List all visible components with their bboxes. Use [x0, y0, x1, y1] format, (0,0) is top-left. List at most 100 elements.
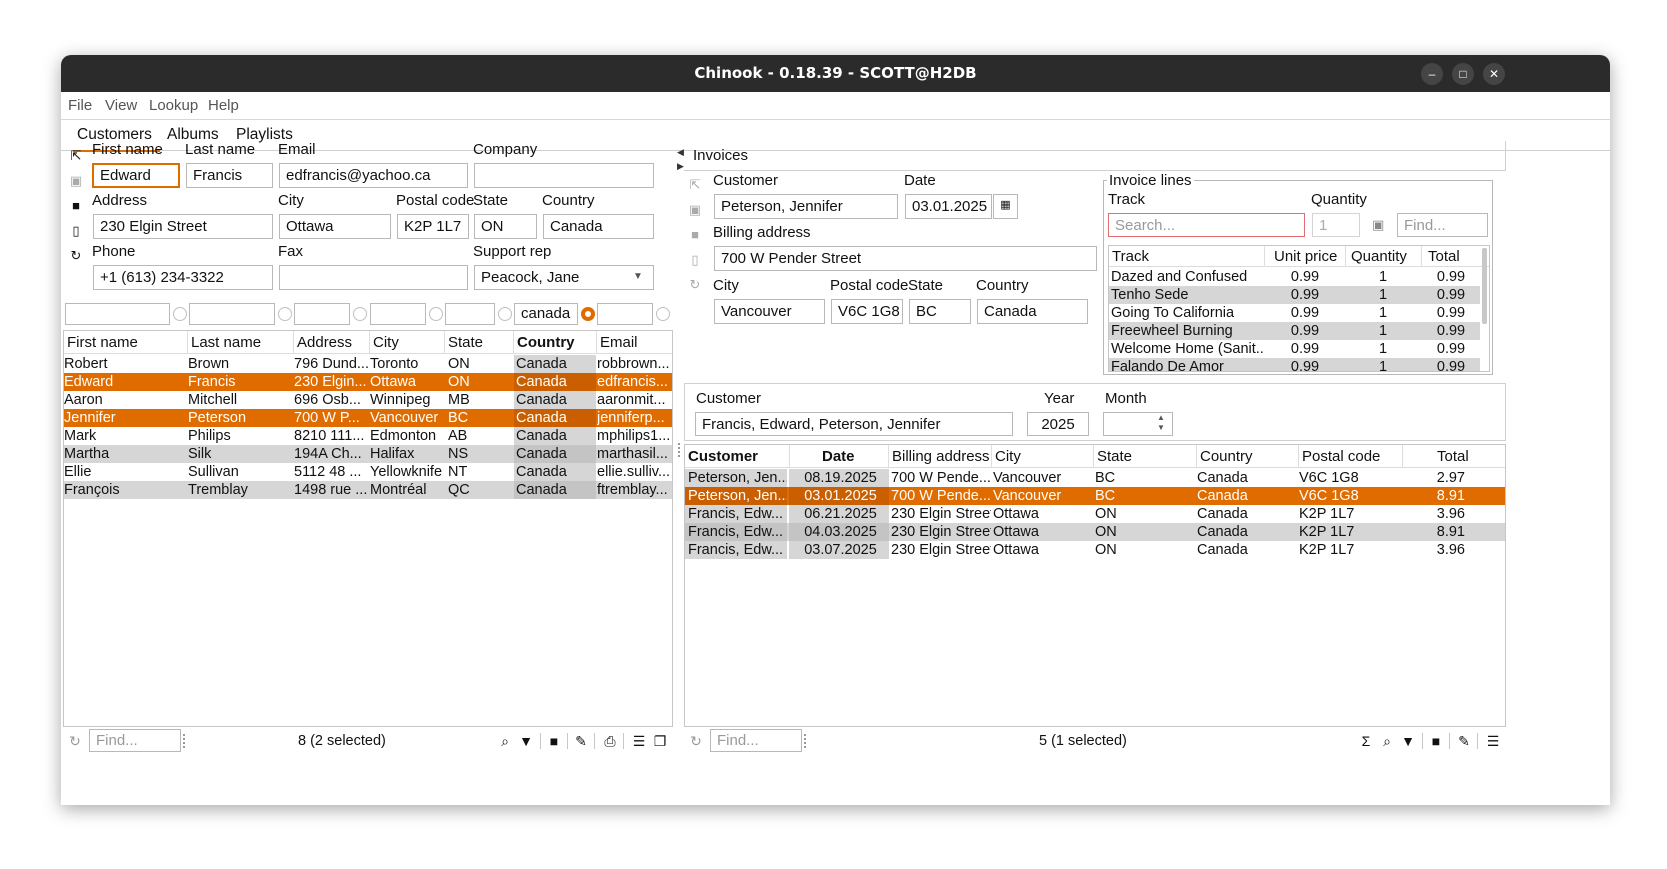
invoice-country-field[interactable]: Canada	[977, 299, 1088, 324]
table-row[interactable]: Mark Philips 8210 111... Edmonton AB Canada mp…	[64, 427, 672, 445]
spinner-arrows-icon[interactable]: ▲ ▼	[1157, 413, 1165, 433]
col-state[interactable]: State	[1097, 448, 1132, 465]
refresh-icon[interactable]: ↻	[687, 277, 703, 293]
filter-icon[interactable]: ▼	[518, 733, 534, 749]
table-row[interactable]: Jennifer Peterson 700 W P... Vancouver BC Can…	[64, 409, 672, 427]
col-city[interactable]: City	[995, 448, 1021, 465]
invoice-date-field[interactable]: 03.01.2025	[905, 194, 992, 219]
first-name-field[interactable]: Edward	[92, 163, 180, 188]
col-country[interactable]: Country	[517, 334, 575, 351]
invoice-city-field[interactable]: Vancouver	[714, 299, 825, 324]
delete-icon[interactable]: ■	[1428, 733, 1444, 749]
col-first-name[interactable]: First name	[67, 334, 138, 351]
edit-icon[interactable]: ✎	[573, 733, 589, 750]
col-postal-code[interactable]: Postal code	[1302, 448, 1380, 465]
menu-file[interactable]: File	[68, 97, 92, 114]
menu-lookup[interactable]: Lookup	[149, 97, 198, 114]
refresh-icon[interactable]: ↻	[67, 733, 83, 750]
invoice-lines-find-input[interactable]: Find...	[1397, 213, 1488, 237]
state-field[interactable]: ON	[474, 214, 537, 239]
list-item[interactable]: Tenho Sede 0.99 1 0.99	[1109, 286, 1480, 304]
filter-toggle-email[interactable]	[656, 307, 670, 321]
table-row[interactable]: François Tremblay 1498 rue ... Montréal QC Ca…	[64, 481, 672, 499]
invoice-table[interactable]: Customer Date Billing address City State…	[684, 444, 1506, 727]
filter-toggle-first-name[interactable]	[173, 307, 187, 321]
title-bar[interactable]: Chinook - 0.18.39 - SCOTT@H2DB – □ ✕	[61, 55, 1610, 92]
insert-icon[interactable]: ⇱	[68, 148, 84, 164]
filter-toggle-city[interactable]	[429, 307, 443, 321]
billing-address-field[interactable]: 700 W Pender Street	[714, 246, 1097, 271]
sum-icon[interactable]: Σ	[1358, 733, 1374, 749]
list-item[interactable]: Going To California 0.99 1 0.99	[1109, 304, 1480, 322]
list-icon[interactable]: ☰	[631, 733, 647, 750]
table-row[interactable]: Robert Brown 796 Dund... Toronto ON Canada rob…	[64, 355, 672, 373]
last-name-field[interactable]: Francis	[186, 163, 273, 188]
save-icon[interactable]: ▣	[68, 173, 84, 189]
filter-email[interactable]	[597, 303, 653, 325]
list-item[interactable]: Dazed and Confused 0.99 1 0.99	[1109, 268, 1480, 286]
table-row[interactable]: Edward Francis 230 Elgin... Ottawa ON Canada e…	[64, 373, 672, 391]
edit-icon[interactable]: ✎	[1456, 733, 1472, 750]
track-search-input[interactable]: Search...	[1108, 213, 1305, 237]
address-field[interactable]: 230 Elgin Street	[93, 214, 273, 239]
email-field[interactable]: edfrancis@yachoo.ca	[279, 163, 468, 188]
col-quantity[interactable]: Quantity	[1351, 248, 1407, 265]
chevron-down-icon[interactable]: ▼	[633, 271, 643, 282]
copy-icon[interactable]: ❐	[652, 733, 668, 750]
delete-icon[interactable]: ■	[68, 198, 84, 213]
city-field[interactable]: Ottawa	[279, 214, 391, 239]
filter-toggle-state[interactable]	[498, 307, 512, 321]
phone-field[interactable]: +1 (613) 234-3322	[93, 265, 273, 290]
filter-toggle-address[interactable]	[353, 307, 367, 321]
filter-toggle-last-name[interactable]	[278, 307, 292, 321]
filter-customer-field[interactable]: Francis, Edward, Peterson, Jennifer	[695, 412, 1013, 436]
filter-last-name[interactable]	[189, 303, 275, 325]
filter-city[interactable]	[370, 303, 426, 325]
fax-field[interactable]	[279, 265, 468, 290]
col-billing-address[interactable]: Billing address	[892, 448, 990, 465]
table-row[interactable]: Martha Silk 194A Ch... Halifax NS Canada marth…	[64, 445, 672, 463]
table-row[interactable]: Peterson, Jen... 03.01.2025 700 W Pende...…	[685, 487, 1505, 505]
invoice-customer-field[interactable]: Peterson, Jennifer	[714, 194, 898, 219]
clear-icon[interactable]: ▯	[68, 223, 84, 239]
col-track[interactable]: Track	[1112, 248, 1149, 265]
filter-year-field[interactable]: 2025	[1027, 412, 1089, 436]
search-icon[interactable]: ⌕	[1379, 733, 1395, 750]
col-customer[interactable]: Customer	[688, 448, 758, 465]
calendar-icon[interactable]: ▦	[993, 194, 1018, 219]
country-field[interactable]: Canada	[543, 214, 654, 239]
refresh-icon[interactable]: ↻	[68, 248, 84, 264]
collapse-right-icon[interactable]: ▶	[677, 161, 684, 172]
menu-help[interactable]: Help	[208, 97, 239, 114]
collapse-left-icon[interactable]: ◀	[677, 147, 684, 158]
refresh-icon[interactable]: ↻	[688, 733, 704, 750]
list-item[interactable]: Freewheel Burning 0.99 1 0.99	[1109, 322, 1480, 340]
col-total[interactable]: Total	[1437, 448, 1469, 465]
invoice-lines-table[interactable]: Track Unit price Quantity Total Dazed an…	[1108, 245, 1490, 372]
filter-state[interactable]	[445, 303, 495, 325]
invoice-postal-code-field[interactable]: V6C 1G8	[831, 299, 903, 324]
table-row[interactable]: Ellie Sullivan 5112 48 ... Yellowknife NT Can…	[64, 463, 672, 481]
col-address[interactable]: Address	[297, 334, 352, 351]
minimize-button[interactable]: –	[1421, 63, 1443, 85]
table-row[interactable]: Francis, Edw... 06.21.2025 230 Elgin Stree…	[685, 505, 1505, 523]
delete-icon[interactable]: ■	[687, 227, 703, 242]
save-icon[interactable]: ▣	[687, 202, 703, 218]
col-city[interactable]: City	[373, 334, 399, 351]
maximize-button[interactable]: □	[1452, 63, 1474, 85]
splitter-handle[interactable]	[678, 443, 681, 457]
table-row[interactable]: Francis, Edw... 04.03.2025 230 Elgin Stree…	[685, 523, 1505, 541]
col-email[interactable]: Email	[600, 334, 638, 351]
filter-address[interactable]	[294, 303, 350, 325]
filter-country[interactable]: canada	[514, 303, 578, 325]
clear-icon[interactable]: ▯	[687, 252, 703, 268]
search-icon[interactable]: ⌕	[497, 733, 513, 750]
quantity-field[interactable]: 1	[1312, 213, 1360, 237]
col-total[interactable]: Total	[1428, 248, 1460, 265]
customer-find-input[interactable]: Find...	[89, 729, 181, 752]
col-unit-price[interactable]: Unit price	[1274, 248, 1337, 265]
print-icon[interactable]: ⎙	[602, 733, 618, 750]
filter-icon[interactable]: ▼	[1400, 733, 1416, 749]
postal-code-field[interactable]: K2P 1L7	[397, 214, 469, 239]
list-item[interactable]: Welcome Home (Sanit... 0.99 1 0.99	[1109, 340, 1480, 358]
